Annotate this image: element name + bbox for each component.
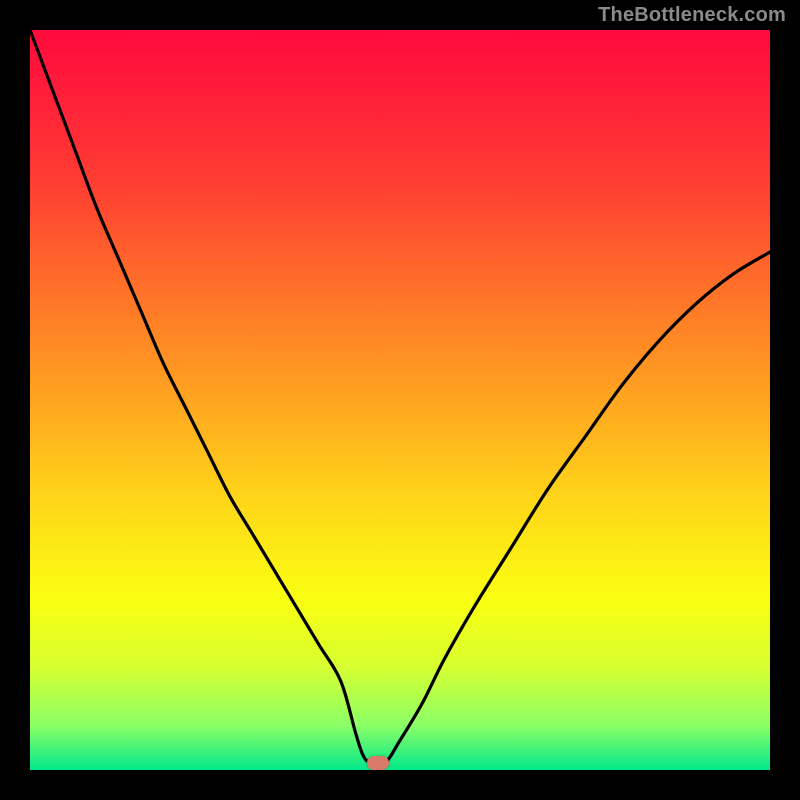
chart-frame: TheBottleneck.com — [0, 0, 800, 800]
optimum-marker — [367, 756, 389, 770]
bottleneck-curve — [30, 30, 770, 770]
watermark-text: TheBottleneck.com — [598, 4, 786, 27]
plot-area — [30, 30, 770, 770]
